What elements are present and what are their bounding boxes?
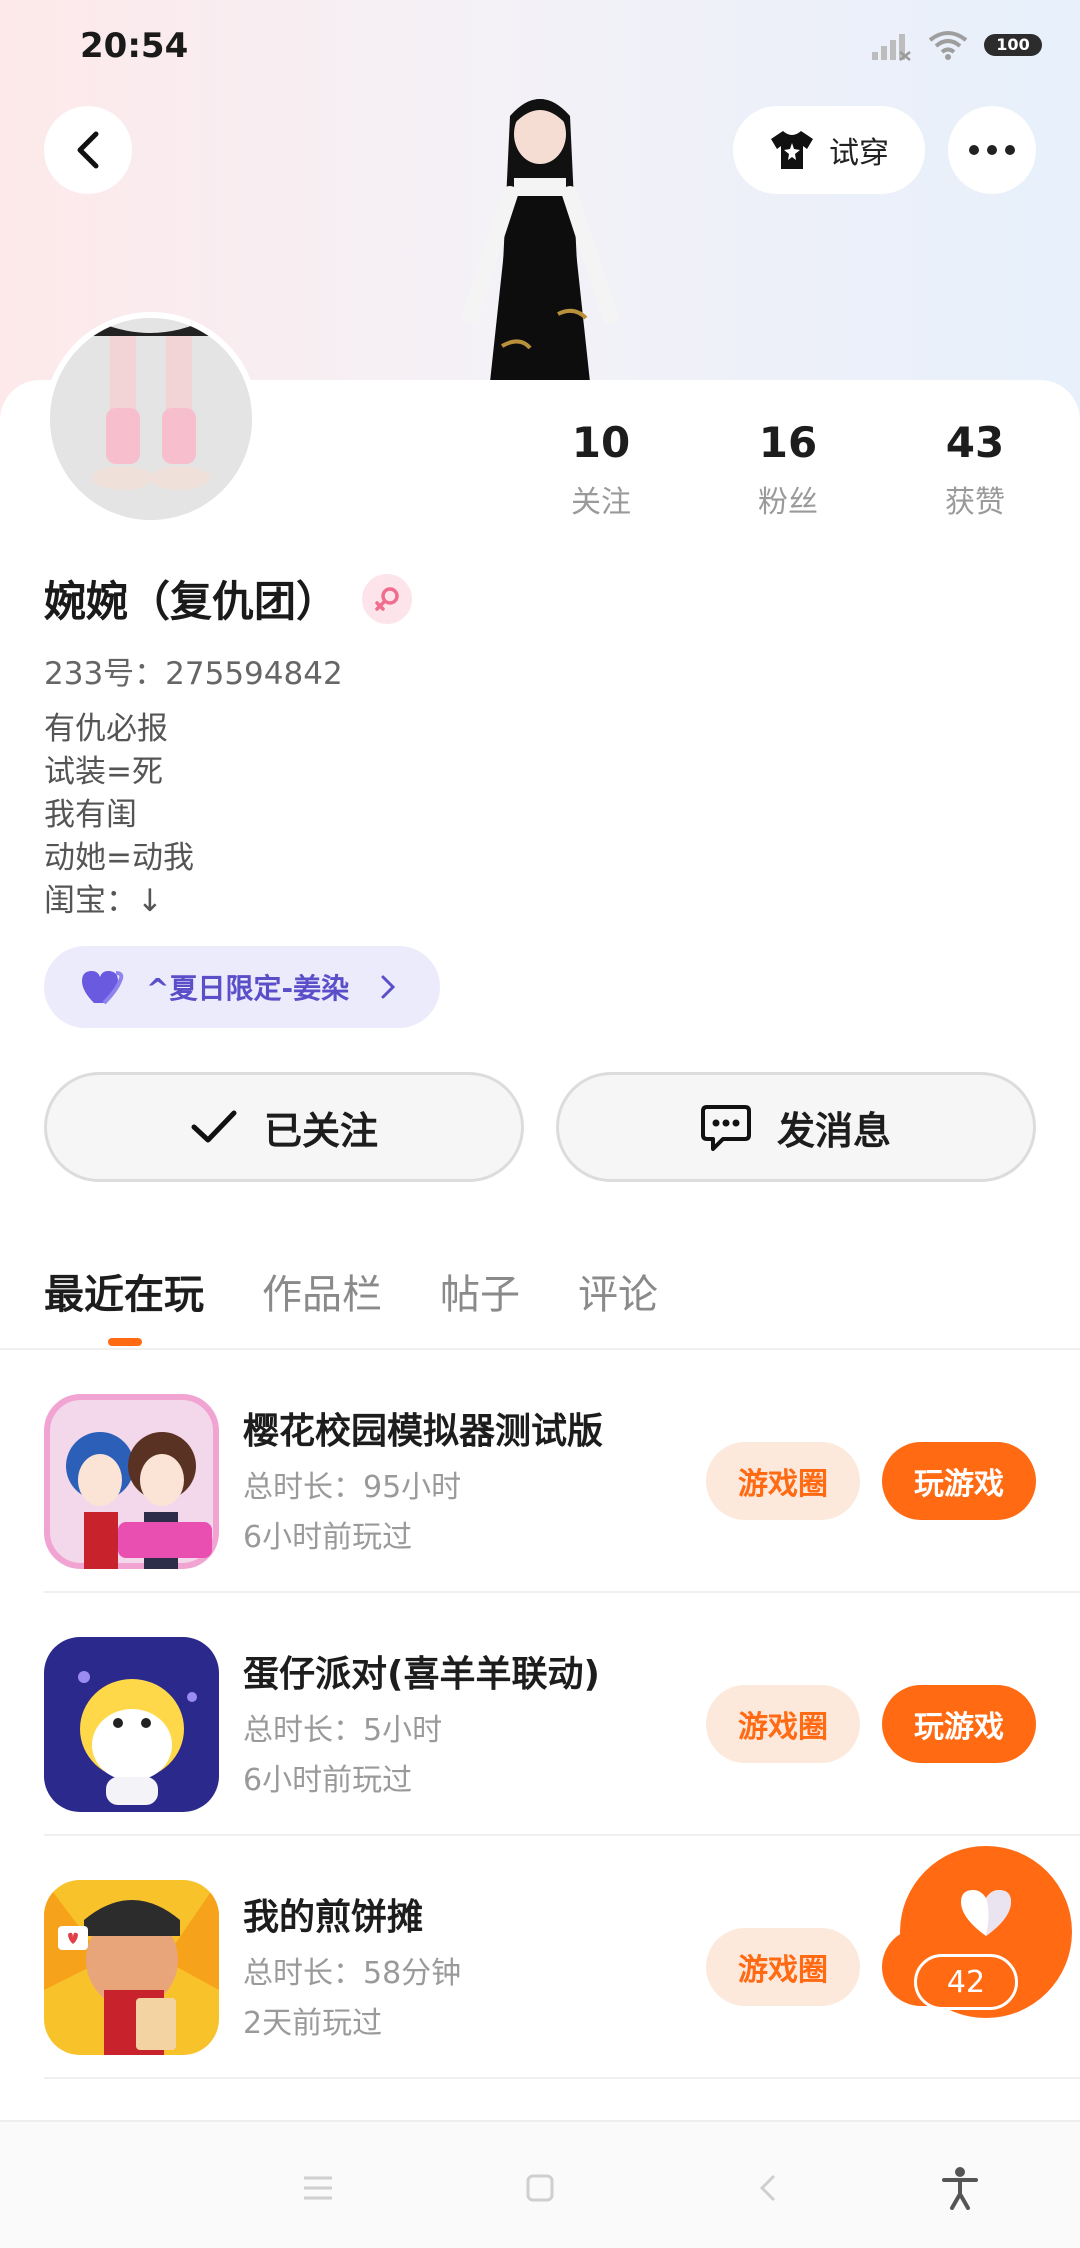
game-icon-image bbox=[44, 1637, 219, 1812]
game-duration: 总时长：58分钟 bbox=[243, 1956, 462, 1991]
heart-icon bbox=[961, 1890, 1011, 1936]
play-game-button[interactable]: 玩游戏 bbox=[882, 1685, 1036, 1763]
accessibility-icon bbox=[942, 2167, 978, 2210]
avatar[interactable] bbox=[44, 312, 258, 526]
more-options-button[interactable] bbox=[948, 106, 1036, 194]
relationship-tag-label: ^夏日限定-姜染 bbox=[146, 972, 350, 1005]
tab-posts[interactable]: 帖子 bbox=[440, 1262, 520, 1320]
game-icon bbox=[44, 1637, 219, 1812]
bio-line: 闺宝：↓ bbox=[44, 883, 163, 919]
status-icons: 100 bbox=[870, 28, 1042, 62]
likes-label: 获赞 bbox=[945, 485, 1005, 520]
game-row[interactable]: 樱花校园模拟器测试版 总时长：95小时 6小时前玩过 游戏圈 玩游戏 bbox=[0, 1350, 1080, 1593]
menu-nav-button[interactable] bbox=[288, 2158, 348, 2218]
game-duration: 总时长：5小时 bbox=[243, 1713, 443, 1748]
bio-line: 试装=死 bbox=[44, 754, 163, 790]
user-id: 233号：275594842 bbox=[44, 656, 343, 692]
back-arrow-icon bbox=[77, 131, 99, 169]
game-icon bbox=[44, 1394, 219, 1569]
home-nav-button[interactable] bbox=[510, 2158, 570, 2218]
menu-icon bbox=[304, 2176, 332, 2200]
send-message-button[interactable]: 发消息 bbox=[556, 1072, 1036, 1182]
tshirt-icon bbox=[771, 131, 813, 169]
back-triangle-icon bbox=[759, 2174, 776, 2202]
game-last-played: 6小时前玩过 bbox=[243, 1763, 413, 1798]
tab-works[interactable]: 作品栏 bbox=[262, 1262, 382, 1320]
status-time: 20:54 bbox=[80, 26, 189, 66]
chat-bubble-icon bbox=[700, 1105, 751, 1151]
home-square-icon bbox=[526, 2174, 554, 2202]
system-navigation-bar bbox=[0, 2120, 1080, 2248]
tryon-button[interactable]: 试穿 bbox=[733, 106, 925, 194]
following-count: 10 bbox=[571, 418, 631, 467]
avatar-character-figure bbox=[462, 99, 618, 382]
gender-badge bbox=[362, 573, 413, 624]
bio-line: 有仇必报 bbox=[44, 711, 168, 747]
send-message-label: 发消息 bbox=[776, 1108, 891, 1153]
followed-label: 已关注 bbox=[263, 1108, 378, 1153]
likes-count: 43 bbox=[945, 418, 1005, 467]
profile-tabs: 最近在玩 作品栏 帖子 评论 bbox=[44, 1262, 658, 1320]
divider bbox=[44, 2077, 1080, 2079]
nickname-row: 婉婉（复仇团） bbox=[44, 568, 413, 629]
tab-comments[interactable]: 评论 bbox=[578, 1262, 658, 1320]
stat-following[interactable]: 10 关注 bbox=[521, 418, 681, 521]
game-last-played: 6小时前玩过 bbox=[243, 1520, 413, 1555]
followers-count: 16 bbox=[758, 418, 818, 467]
following-label: 关注 bbox=[571, 485, 631, 520]
battery-icon: 100 bbox=[984, 34, 1042, 56]
game-name: 樱花校园模拟器测试版 bbox=[243, 1411, 604, 1452]
game-last-played: 2天前玩过 bbox=[243, 2006, 383, 2041]
bio-line: 我有闺 bbox=[44, 797, 137, 833]
heart-icon bbox=[82, 971, 124, 1005]
game-duration: 总时长：95小时 bbox=[243, 1470, 462, 1505]
game-name: 蛋仔派对(喜羊羊联动) bbox=[243, 1654, 600, 1695]
stat-followers[interactable]: 16 粉丝 bbox=[708, 418, 868, 521]
like-count: 42 bbox=[914, 1954, 1018, 2010]
stat-likes[interactable]: 43 获赞 bbox=[895, 418, 1055, 521]
bio: 有仇必报 试装=死 我有闺 动她=动我 闺宝：↓ bbox=[44, 708, 194, 923]
relationship-tag[interactable]: ^夏日限定-姜染 bbox=[44, 946, 440, 1028]
game-icon-image bbox=[44, 1394, 219, 1569]
avatar-image bbox=[50, 318, 252, 520]
game-icon-image bbox=[44, 1880, 219, 2055]
followers-label: 粉丝 bbox=[758, 485, 818, 520]
tab-recently-played[interactable]: 最近在玩 bbox=[44, 1262, 204, 1320]
accessibility-button[interactable] bbox=[930, 2158, 990, 2218]
nickname: 婉婉（复仇团） bbox=[44, 577, 339, 626]
game-circle-button[interactable]: 游戏圈 bbox=[706, 1928, 860, 2006]
more-dots-icon bbox=[969, 145, 979, 155]
game-name: 我的煎饼摊 bbox=[243, 1897, 424, 1938]
signal-icon bbox=[872, 34, 911, 61]
game-icon bbox=[44, 1880, 219, 2055]
back-button[interactable] bbox=[44, 106, 132, 194]
tryon-label: 试穿 bbox=[829, 136, 889, 171]
chevron-right-icon bbox=[381, 975, 396, 999]
game-circle-button[interactable]: 游戏圈 bbox=[706, 1442, 860, 1520]
status-bar: 20:54 100 bbox=[0, 0, 1080, 96]
check-icon bbox=[191, 1110, 237, 1143]
bio-line: 动她=动我 bbox=[44, 840, 194, 876]
game-row[interactable]: 蛋仔派对(喜羊羊联动) 总时长：5小时 6小时前玩过 游戏圈 玩游戏 bbox=[0, 1593, 1080, 1836]
followed-button[interactable]: 已关注 bbox=[44, 1072, 524, 1182]
back-nav-button[interactable] bbox=[738, 2158, 798, 2218]
wifi-icon bbox=[928, 31, 968, 60]
active-tab-indicator bbox=[108, 1338, 142, 1346]
game-circle-button[interactable]: 游戏圈 bbox=[706, 1685, 860, 1763]
play-game-button[interactable]: 玩游戏 bbox=[882, 1442, 1036, 1520]
female-icon bbox=[375, 586, 399, 611]
